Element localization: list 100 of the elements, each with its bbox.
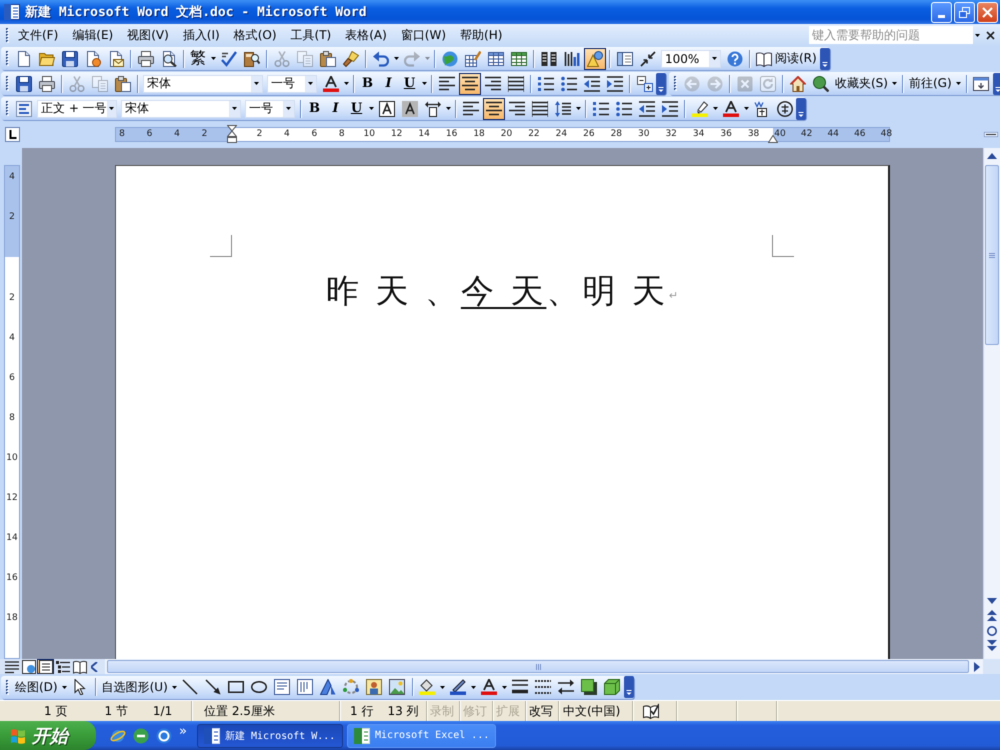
- taskbar-button[interactable]: 新建 Microsoft W...: [196, 724, 343, 748]
- font-color-icon[interactable]: [322, 76, 338, 92]
- oval-icon[interactable]: [251, 679, 268, 695]
- browse-object-icon[interactable]: [987, 626, 997, 636]
- search-icon[interactable]: [812, 76, 828, 92]
- close-button[interactable]: [977, 2, 998, 22]
- menu-item[interactable]: 格式(O): [228, 24, 283, 46]
- underline-button[interactable]: U: [399, 72, 420, 94]
- asian-layout-icon[interactable]: [636, 76, 652, 92]
- menu-item[interactable]: 视图(V): [121, 24, 175, 46]
- character-border-icon[interactable]: [378, 100, 394, 116]
- wordart-icon[interactable]: [320, 679, 336, 695]
- caret-icon[interactable]: [422, 82, 426, 85]
- italic-button[interactable]: I: [378, 72, 399, 94]
- font-size-select[interactable]: 一号: [267, 74, 317, 92]
- bulleted-list-icon[interactable]: [616, 100, 632, 116]
- caret-icon[interactable]: [974, 34, 980, 36]
- read-button[interactable]: 阅读(R): [753, 48, 820, 70]
- caret-icon[interactable]: [62, 686, 68, 688]
- print-preview-icon[interactable]: [160, 50, 176, 66]
- zoom-select[interactable]: 100%: [661, 50, 721, 68]
- grip-handle[interactable]: [6, 76, 9, 91]
- horizontal-ruler[interactable]: 8 6 4 2 2 4 6 8 10 12 14 16 18 20 22 24 26 28 30 32 34 36 38 40 42 44 46 48: [115, 127, 890, 142]
- right-indent-marker-icon[interactable]: [768, 135, 778, 143]
- document-icon[interactable]: [204, 728, 220, 744]
- indent-marker-icon[interactable]: [227, 125, 237, 143]
- clipboard-icon[interactable]: [320, 50, 336, 66]
- character-shading-icon[interactable]: [402, 100, 418, 116]
- style-select[interactable]: 正文 + 一号: [37, 100, 117, 118]
- autoshapes-menu[interactable]: 自选图形(U): [98, 676, 171, 698]
- arrow-icon[interactable]: [205, 679, 222, 695]
- menu-item[interactable]: 编辑(E): [66, 24, 120, 46]
- grip-lines-icon[interactable]: [989, 252, 995, 258]
- four-color-flag-icon[interactable]: [10, 728, 26, 744]
- italic-button[interactable]: I: [325, 98, 346, 120]
- font-select[interactable]: 宋体: [143, 74, 263, 92]
- caret-icon[interactable]: [368, 107, 374, 110]
- clip-art-icon[interactable]: [366, 679, 382, 695]
- line-spacing-icon[interactable]: [554, 100, 570, 116]
- toolbar-options-icon[interactable]: [992, 72, 1000, 94]
- font-color-icon[interactable]: [722, 100, 738, 116]
- mail-document-icon[interactable]: [108, 50, 124, 66]
- toolbar-options-icon[interactable]: [624, 676, 634, 698]
- menu-item[interactable]: 帮助(H): [454, 24, 508, 46]
- scroll-down-arrow-icon[interactable]: [987, 598, 997, 604]
- increase-indent-icon[interactable]: [662, 100, 678, 116]
- table-pencil-icon[interactable]: [464, 50, 480, 66]
- picture-icon[interactable]: [389, 679, 406, 695]
- vertical-scrollbar[interactable]: [983, 148, 1000, 659]
- book-icon[interactable]: [756, 50, 772, 66]
- character-scaling-icon[interactable]: [424, 100, 440, 116]
- text-box-icon[interactable]: [274, 679, 290, 695]
- caret-icon[interactable]: [286, 107, 291, 110]
- caret-icon[interactable]: [308, 82, 313, 85]
- go-menu[interactable]: 前往(G): [906, 72, 955, 94]
- arrow-style-icon[interactable]: [558, 679, 574, 695]
- start-button[interactable]: 开始: [0, 721, 96, 750]
- caret-icon[interactable]: [232, 107, 237, 110]
- minimize-button[interactable]: [931, 2, 952, 22]
- shadow-icon[interactable]: [581, 679, 598, 695]
- line-style-icon[interactable]: [512, 679, 528, 695]
- menu-item[interactable]: 插入(I): [176, 24, 226, 46]
- bold-button[interactable]: B: [357, 72, 378, 94]
- caret-icon[interactable]: [344, 82, 348, 85]
- window-icon[interactable]: [973, 76, 990, 92]
- bars-icon[interactable]: [564, 50, 580, 66]
- highlighter-icon[interactable]: [692, 100, 708, 116]
- spelling-check-icon[interactable]: [220, 50, 236, 66]
- caret-icon[interactable]: [210, 57, 216, 60]
- toolbar-options-icon[interactable]: [656, 72, 666, 94]
- next-page-icon[interactable]: [987, 640, 997, 651]
- decrease-indent-icon[interactable]: [584, 76, 600, 92]
- close-icon[interactable]: [986, 30, 995, 40]
- menu-item[interactable]: 工具(T): [284, 24, 338, 46]
- orbit-globe-icon[interactable]: [110, 728, 126, 744]
- pointer-icon[interactable]: [72, 679, 88, 695]
- grip-handle[interactable]: [674, 76, 677, 91]
- spreadsheet-icon[interactable]: [510, 50, 526, 66]
- underline-button[interactable]: U: [346, 98, 367, 120]
- grip-handle[interactable]: [6, 680, 9, 694]
- split-handle-icon[interactable]: [984, 132, 998, 137]
- fill-color-icon[interactable]: [419, 679, 436, 695]
- font-size-select[interactable]: 一号: [245, 100, 295, 118]
- phonetic-guide-icon[interactable]: [754, 100, 770, 116]
- caret-icon[interactable]: [712, 107, 718, 110]
- menu-item[interactable]: 文件(F): [12, 24, 64, 46]
- caret-icon[interactable]: [892, 82, 898, 85]
- book-magnifier-icon[interactable]: [244, 50, 260, 66]
- printer-icon[interactable]: [138, 50, 154, 66]
- grip-handle[interactable]: [6, 51, 9, 66]
- ring-icon[interactable]: [156, 728, 172, 744]
- traditional-chinese-button[interactable]: 繁: [187, 48, 209, 70]
- grip-lines-icon[interactable]: [536, 664, 540, 670]
- columns-icon[interactable]: [540, 50, 556, 66]
- previous-page-icon[interactable]: [987, 610, 997, 621]
- table-icon[interactable]: [488, 50, 504, 66]
- undo-icon[interactable]: [372, 50, 388, 66]
- numbered-list-icon[interactable]: [592, 100, 608, 116]
- enclosed-character-icon[interactable]: [776, 100, 792, 116]
- line-color-icon[interactable]: [450, 679, 466, 695]
